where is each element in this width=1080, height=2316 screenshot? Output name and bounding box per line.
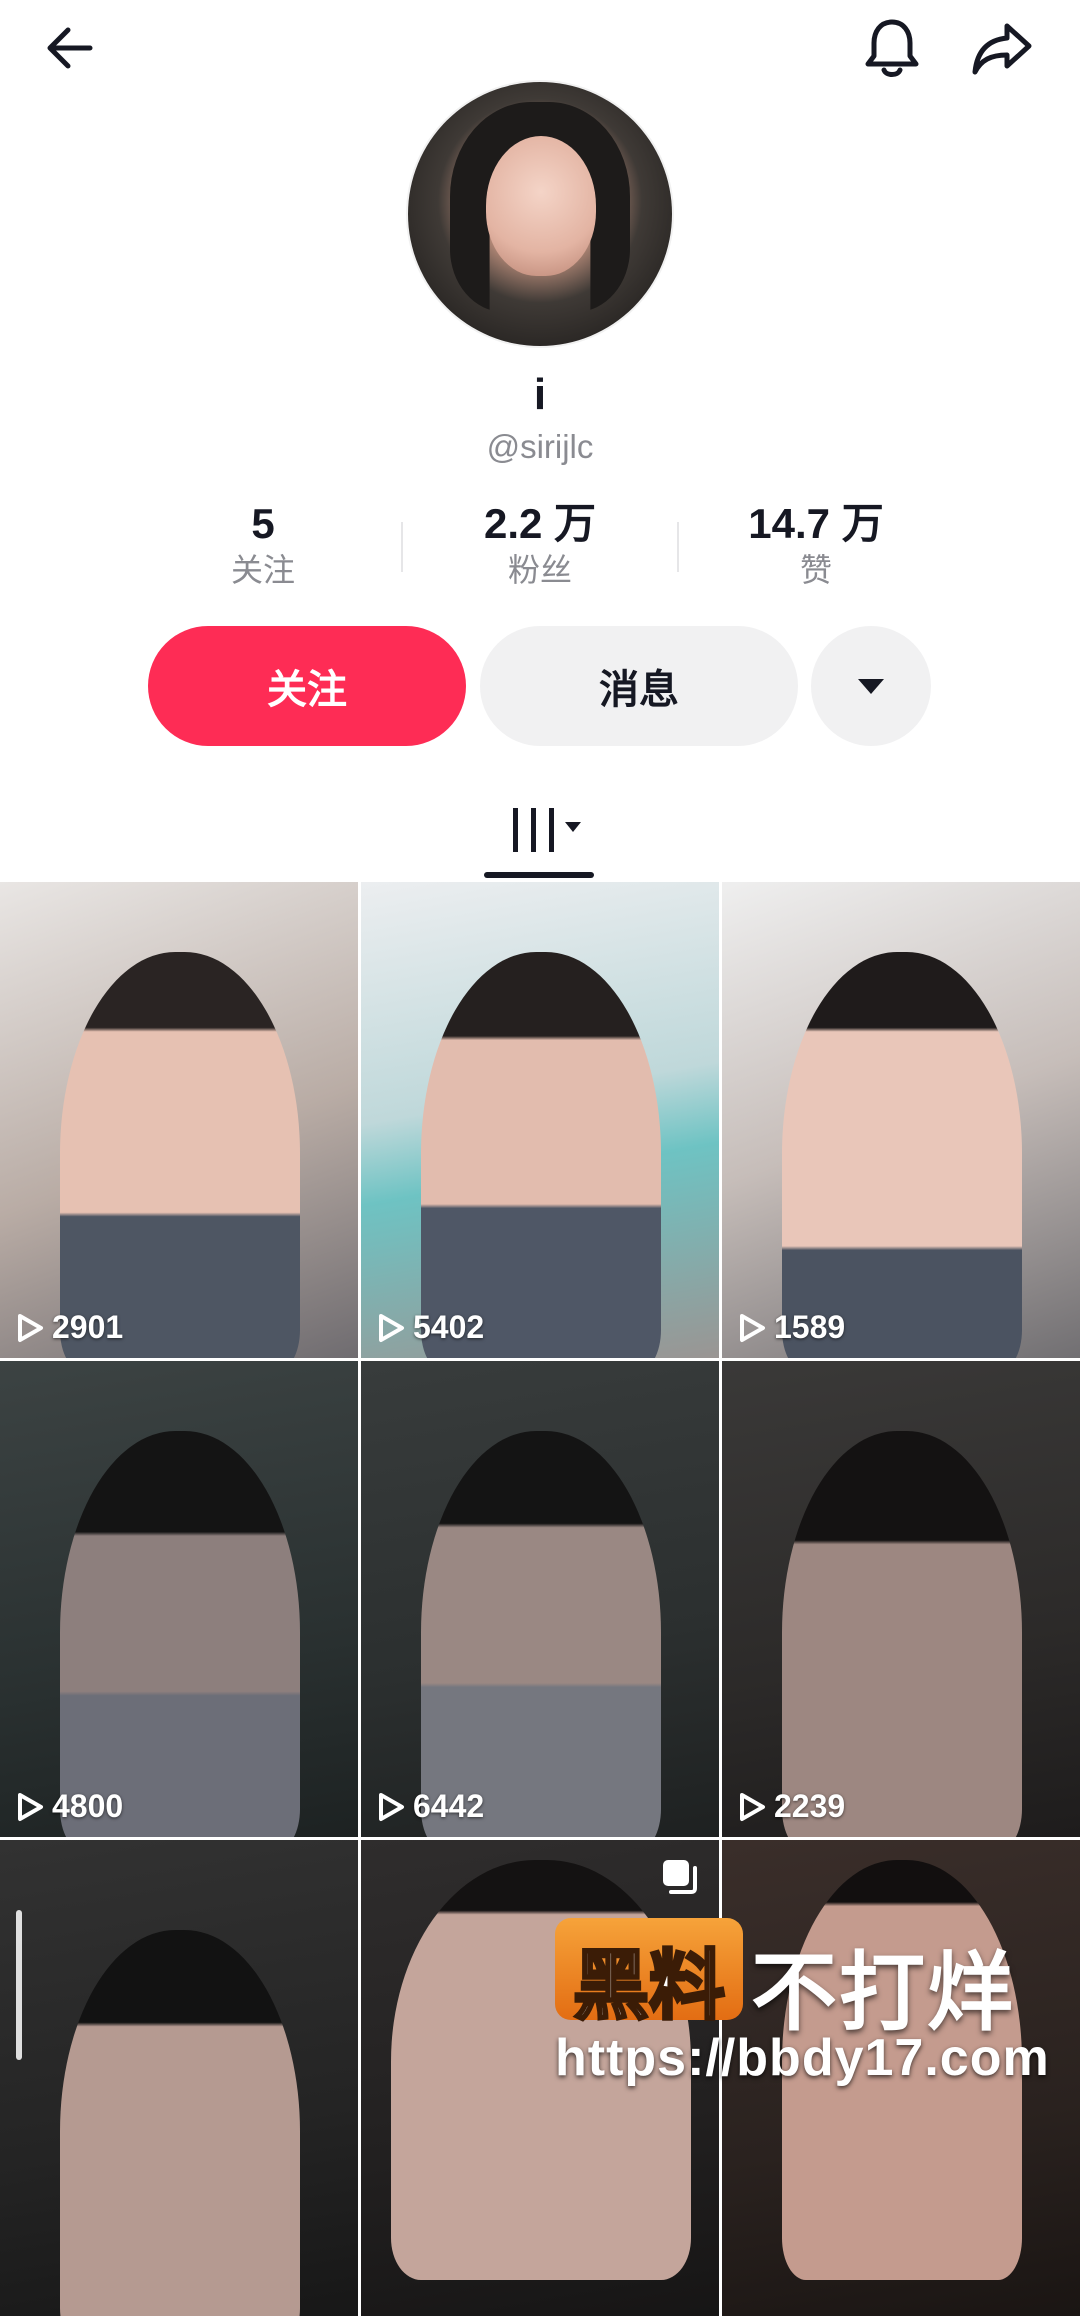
caret-down-icon	[858, 679, 884, 694]
video-thumbnail[interactable]: 2901	[0, 882, 358, 1358]
stat-followers-value: 2.2 万	[483, 500, 597, 547]
more-options-button[interactable]	[811, 626, 931, 746]
profile-stats: 5 关注 2.2 万 粉丝 14.7 万 赞	[0, 498, 1080, 598]
play-icon	[18, 1313, 43, 1342]
username-handle: @sirijlc	[486, 428, 594, 465]
follow-button[interactable]: 关注	[148, 626, 466, 746]
avatar-face	[486, 136, 596, 276]
share-arrow-icon	[972, 23, 1032, 75]
stat-likes-value: 14.7 万	[748, 500, 884, 547]
video-thumbnail[interactable]	[0, 1840, 358, 2316]
play-count-value: 5402	[413, 1309, 485, 1345]
back-button[interactable]	[30, 8, 110, 88]
play-count: 2239	[738, 1788, 845, 1825]
stat-likes-label: 赞	[799, 552, 832, 588]
play-count-value: 2901	[52, 1309, 124, 1345]
multi-image-icon	[659, 1856, 701, 1903]
video-grid-icon	[513, 808, 581, 852]
play-icon	[740, 1792, 765, 1821]
stat-following[interactable]: 5 关注	[143, 498, 383, 590]
play-count: 4800	[16, 1788, 123, 1825]
stat-likes[interactable]: 14.7 万 赞	[696, 498, 936, 590]
watermark-badge: 黑料	[555, 1918, 743, 2031]
display-name: i	[533, 370, 547, 419]
tab-videos[interactable]	[507, 800, 587, 860]
content-tabs	[0, 790, 1080, 880]
play-icon	[379, 1792, 404, 1821]
play-count-value: 6442	[413, 1788, 485, 1824]
notification-button[interactable]	[852, 8, 932, 88]
stat-followers-label: 粉丝	[507, 552, 572, 588]
message-button[interactable]: 消息	[480, 626, 798, 746]
stat-followers[interactable]: 2.2 万 粉丝	[420, 498, 660, 590]
play-icon	[379, 1313, 404, 1342]
play-count: 2901	[16, 1309, 123, 1346]
play-icon	[18, 1792, 43, 1821]
video-thumbnail[interactable]: 6442	[361, 1361, 719, 1837]
stat-following-value: 5	[251, 500, 275, 547]
play-count: 6442	[377, 1788, 484, 1825]
video-thumbnail[interactable]: 2239	[722, 1361, 1080, 1837]
play-count-value: 4800	[52, 1788, 124, 1824]
share-button[interactable]	[962, 8, 1042, 88]
play-count-value: 1589	[774, 1309, 846, 1345]
watermark-overlay: 黑料 不打烊 https://bbdy17.com	[555, 1918, 1055, 2108]
active-tab-indicator	[484, 872, 594, 878]
play-count: 5402	[377, 1309, 484, 1346]
stat-following-label: 关注	[230, 552, 295, 588]
scroll-indicator[interactable]	[16, 1910, 22, 2060]
watermark-badge-text: 黑料	[572, 1943, 727, 2031]
play-count: 1589	[738, 1309, 845, 1346]
video-thumbnail[interactable]: 4800	[0, 1361, 358, 1837]
watermark-url: https://bbdy17.com	[555, 2029, 1050, 2087]
play-icon	[740, 1313, 765, 1342]
video-thumbnail[interactable]: 5402	[361, 882, 719, 1358]
video-thumbnail[interactable]: 1589	[722, 882, 1080, 1358]
play-count-value: 2239	[774, 1788, 846, 1824]
arrow-left-icon	[47, 27, 93, 69]
stat-divider	[401, 522, 403, 572]
stat-divider	[677, 522, 679, 572]
bell-icon	[865, 19, 919, 77]
avatar[interactable]	[408, 82, 672, 346]
